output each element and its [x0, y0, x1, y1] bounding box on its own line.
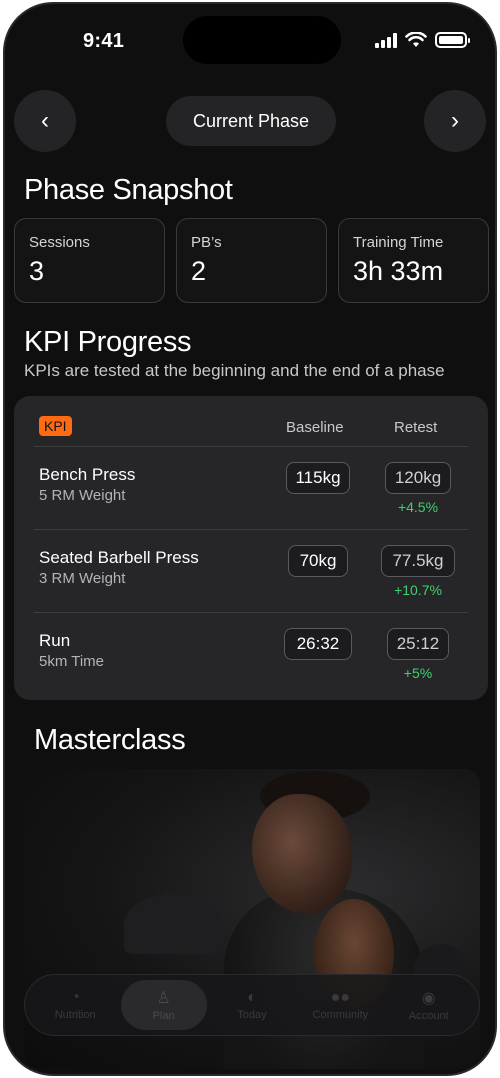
signal-icon — [375, 32, 397, 48]
masterclass-title: Masterclass — [34, 724, 186, 756]
tab-label: Plan — [152, 1010, 175, 1022]
people-icon: ●● — [330, 989, 351, 1006]
status-icons — [375, 32, 470, 48]
kpi-progress-title: KPI Progress — [24, 326, 192, 358]
bottom-tab-bar: ◔ Nutrition ♙ Plan ◐ Today ●● Community … — [24, 974, 480, 1036]
improvement-percent: +5% — [403, 665, 433, 681]
stat-label: PB’s — [191, 234, 222, 251]
status-time: 9:41 — [83, 30, 125, 52]
tab-account[interactable]: ◉ Account — [386, 980, 472, 1030]
tab-label: Community — [312, 1009, 369, 1021]
stat-label: Training Time — [353, 234, 444, 251]
kpi-exercise-name: Run — [39, 631, 71, 650]
improvement-percent: +10.7% — [394, 582, 442, 598]
wifi-icon — [405, 32, 427, 47]
kpi-metric: 5km Time — [39, 653, 105, 670]
stat-card-training-time: Training Time 3h 33m — [338, 218, 489, 303]
logo-icon: ◐ — [247, 989, 257, 1006]
baseline-value: 26:32 — [284, 628, 352, 660]
kpi-progress-subtitle: KPIs are tested at the beginning and the… — [24, 361, 445, 380]
kpi-metric: 3 RM Weight — [39, 570, 126, 587]
next-phase-button[interactable]: › — [424, 90, 486, 152]
previous-phase-button[interactable]: ‹ — [14, 90, 76, 152]
column-header-retest: Retest — [394, 419, 438, 436]
tab-label: Account — [408, 1010, 449, 1022]
column-header-baseline: Baseline — [286, 419, 344, 436]
current-phase-pill[interactable]: Current Phase — [166, 96, 336, 146]
chevron-right-icon: › — [451, 107, 459, 134]
kettlebell — [124, 894, 224, 954]
phone-screen: 9:41 ‹ Current Phase › Phase Snapshot Se… — [3, 2, 497, 1076]
kpi-exercise-name: Seated Barbell Press — [39, 548, 199, 567]
stat-card-sessions: Sessions 3 — [14, 218, 165, 303]
current-phase-label: Current Phase — [192, 110, 310, 131]
kpi-exercise-name: Bench Press — [39, 465, 136, 484]
stat-label: Sessions — [29, 234, 90, 251]
phase-snapshot-title: Phase Snapshot — [24, 174, 233, 206]
stat-card-pbs: PB’s 2 — [176, 218, 327, 303]
stat-value: 3 — [29, 256, 45, 286]
row-divider — [34, 529, 468, 530]
tab-label: Nutrition — [54, 1009, 96, 1021]
account-icon: ◉ — [421, 990, 436, 1007]
kpi-table-card: KPI Baseline Retest Bench Press 5 RM Wei… — [14, 396, 488, 700]
row-divider — [34, 446, 468, 447]
stat-value: 3h 33m — [353, 256, 444, 286]
baseline-value: 70kg — [288, 545, 348, 577]
tab-nutrition[interactable]: ◔ Nutrition — [32, 980, 118, 1030]
tab-today[interactable]: ◐ Today — [209, 980, 295, 1030]
retest-value: 120kg — [385, 462, 451, 494]
baseline-value: 115kg — [286, 462, 350, 494]
tab-community[interactable]: ●● Community — [297, 980, 383, 1030]
retest-value: 25:12 — [387, 628, 449, 660]
row-divider — [34, 612, 468, 613]
pie-chart-icon: ◔ — [70, 989, 81, 1006]
tab-label: Today — [237, 1009, 267, 1021]
kpi-tag: KPI — [39, 416, 72, 436]
kpi-metric: 5 RM Weight — [39, 487, 126, 504]
battery-icon — [435, 32, 470, 48]
athlete-head — [252, 794, 352, 914]
stat-value: 2 — [191, 256, 207, 286]
person-icon: ♙ — [156, 990, 171, 1007]
dynamic-island — [183, 16, 341, 64]
retest-value: 77.5kg — [381, 545, 455, 577]
tab-plan[interactable]: ♙ Plan — [120, 980, 207, 1030]
chevron-left-icon: ‹ — [41, 107, 49, 134]
improvement-percent: +4.5% — [397, 499, 439, 515]
